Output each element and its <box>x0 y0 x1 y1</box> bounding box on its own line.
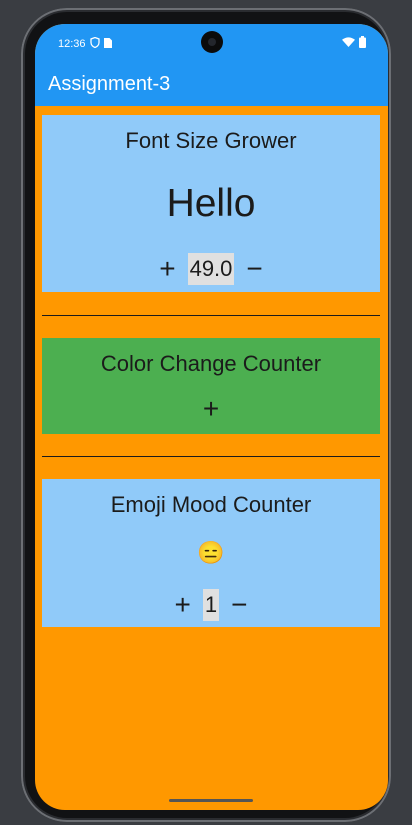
increase-font-button[interactable]: + <box>159 253 175 285</box>
app-screen: 12:36 Assignment-3 Font Size Grower Hell… <box>35 24 388 810</box>
sim-icon <box>103 37 112 51</box>
color-change-card: Color Change Counter + <box>42 338 380 434</box>
hello-text: Hello <box>166 182 256 225</box>
emoji-controls: + 1 − <box>42 589 380 621</box>
app-title: Assignment-3 <box>48 73 171 95</box>
status-bar: 12:36 <box>35 24 388 60</box>
emoji-increment-button[interactable]: + <box>175 589 191 621</box>
emoji-card-title: Emoji Mood Counter <box>110 492 312 517</box>
mood-emoji: 😑 <box>197 540 225 565</box>
emoji-mood-card: Emoji Mood Counter 😑 + 1 − <box>42 479 380 627</box>
emoji-decrement-button[interactable]: − <box>231 589 247 621</box>
decrease-font-button[interactable]: − <box>246 253 262 285</box>
status-time: 12:36 <box>58 38 86 50</box>
color-controls: + <box>42 393 380 425</box>
gesture-nav-handle[interactable] <box>169 799 253 802</box>
wifi-icon <box>342 37 355 50</box>
divider-1 <box>42 315 380 316</box>
color-card-title: Color Change Counter <box>100 351 322 376</box>
font-size-value: 49.0 <box>187 253 235 285</box>
font-size-controls: + 49.0 − <box>42 253 380 285</box>
battery-icon <box>359 36 366 51</box>
color-increment-button[interactable]: + <box>203 393 219 425</box>
divider-2 <box>42 456 380 457</box>
font-size-card: Font Size Grower Hello + 49.0 − <box>42 115 380 292</box>
font-card-title: Font Size Grower <box>125 128 297 153</box>
emoji-count-value: 1 <box>202 589 220 621</box>
shield-icon <box>89 36 100 51</box>
camera-cutout <box>201 31 223 53</box>
app-bar: Assignment-3 <box>35 60 388 106</box>
